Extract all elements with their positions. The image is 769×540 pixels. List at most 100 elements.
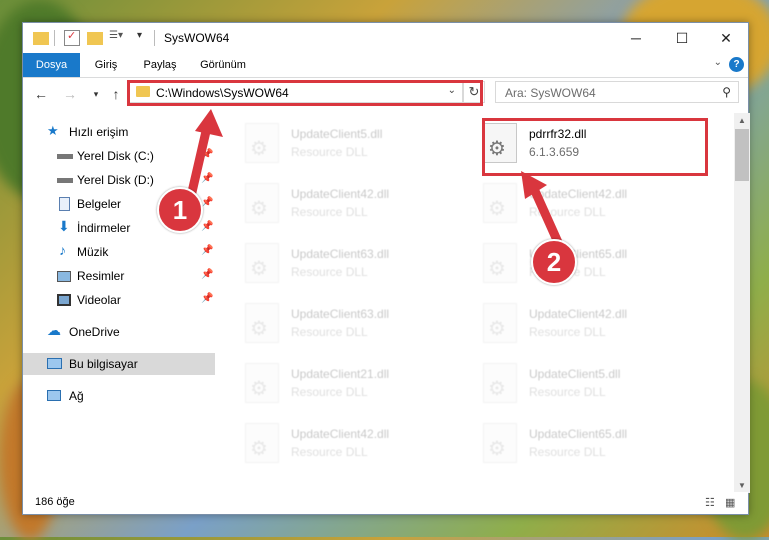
tab-view[interactable]: Görünüm	[193, 53, 253, 77]
up-arrow-icon[interactable]: ↑	[107, 86, 125, 102]
dll-file-icon: ⚙	[245, 183, 279, 223]
details-view-icon[interactable]: ☷	[705, 496, 719, 509]
sidebar-item-label: Yerel Disk (C:)	[77, 149, 154, 163]
forward-arrow-icon[interactable]: →	[61, 86, 79, 102]
videos-icon	[57, 294, 71, 306]
file-item[interactable]: ⚙ UpdateClient21.dll Resource DLL	[223, 359, 443, 409]
sidebar-item-this-pc[interactable]: Bu bilgisayar	[23, 353, 215, 375]
network-icon	[47, 390, 61, 401]
item-count: 186 öğe	[35, 496, 75, 508]
vertical-scrollbar[interactable]: ▲ ▼	[734, 113, 750, 493]
file-item[interactable]: ⚙ UpdateClient63.dll Resource DLL	[223, 239, 443, 289]
file-description: Resource DLL	[291, 265, 368, 279]
sidebar-item-label: Resimler	[77, 269, 125, 283]
folder-icon	[33, 32, 49, 45]
sidebar-item-label: Bu bilgisayar	[69, 357, 138, 371]
address-highlight-box	[127, 80, 483, 106]
file-description: Resource DLL	[291, 445, 368, 459]
file-item[interactable]: ⚙ UpdateClient5.dll Resource DLL	[461, 359, 681, 409]
dll-file-icon: ⚙	[483, 303, 517, 343]
music-icon: ♪	[59, 242, 66, 258]
dll-file-icon: ⚙	[245, 243, 279, 283]
file-item[interactable]: ⚙ UpdateClient5.dll Resource DLL	[223, 119, 443, 169]
step-2-badge: 2	[531, 239, 577, 285]
file-description: Resource DLL	[291, 205, 368, 219]
divider	[154, 30, 155, 46]
sidebar-item-label: OneDrive	[69, 325, 120, 339]
file-item[interactable]: ⚙ UpdateClient42.dll Resource DLL	[223, 419, 443, 469]
file-description: Resource DLL	[291, 325, 368, 339]
sidebar-item-pictures[interactable]: Resimler 📌	[23, 265, 215, 287]
chevron-down-icon[interactable]: ⌄	[714, 57, 722, 68]
tab-share[interactable]: Paylaş	[137, 53, 183, 77]
dll-file-icon: ⚙	[245, 123, 279, 163]
dll-file-icon: ⚙	[245, 423, 279, 463]
file-description: Resource DLL	[529, 385, 606, 399]
computer-icon	[47, 358, 62, 369]
file-item[interactable]: ⚙ UpdateClient65.dll Resource DLL	[461, 419, 681, 469]
file-name: UpdateClient42.dll	[291, 187, 390, 201]
pin-icon[interactable]: 📌	[201, 269, 213, 280]
pin-icon[interactable]: 📌	[201, 245, 213, 256]
help-icon[interactable]: ?	[729, 57, 744, 72]
drive-icon	[57, 154, 73, 159]
sidebar-item-onedrive[interactable]: ☁ OneDrive	[23, 321, 215, 343]
scroll-down-icon[interactable]: ▼	[734, 481, 750, 490]
window-title: SysWOW64	[164, 31, 230, 45]
sidebar-item-music[interactable]: ♪ Müzik 📌	[23, 241, 215, 263]
sidebar-item-label: Belgeler	[77, 197, 122, 211]
file-description: Resource DLL	[291, 385, 368, 399]
new-folder-icon[interactable]	[87, 32, 103, 45]
scroll-thumb[interactable]	[735, 129, 749, 181]
file-name: UpdateClient42.dll	[529, 307, 628, 321]
search-icon[interactable]: ⚲	[722, 85, 731, 99]
large-icons-view-icon[interactable]: ▦	[725, 496, 739, 509]
sidebar-item-network[interactable]: Ağ	[23, 385, 215, 407]
tab-home[interactable]: Giriş	[85, 53, 127, 77]
file-description: Resource DLL	[291, 145, 368, 159]
dll-file-icon: ⚙	[483, 363, 517, 403]
ribbon-tabs: Dosya Giriş Paylaş Görünüm ⌄ ?	[23, 53, 748, 78]
file-name: UpdateClient21.dll	[291, 367, 390, 381]
drive-icon	[57, 178, 73, 183]
documents-icon	[59, 197, 70, 211]
step-1-badge: 1	[157, 187, 203, 233]
customize-toolbar-icon[interactable]: ☰▾	[109, 30, 135, 46]
back-arrow-icon[interactable]: ←	[32, 86, 50, 102]
pictures-icon	[57, 271, 71, 282]
divider	[54, 30, 55, 46]
sidebar-item-videos[interactable]: Videolar 📌	[23, 289, 215, 311]
file-name: UpdateClient63.dll	[291, 247, 390, 261]
file-description: Resource DLL	[529, 325, 606, 339]
tab-file[interactable]: Dosya	[23, 53, 80, 77]
scroll-up-icon[interactable]: ▲	[734, 116, 750, 125]
status-bar: 186 öğe ☷ ▦	[23, 492, 748, 514]
file-name: UpdateClient63.dll	[291, 307, 390, 321]
file-name: UpdateClient5.dll	[529, 367, 621, 381]
minimize-button[interactable]: ─	[613, 23, 659, 53]
pin-icon[interactable]: 📌	[201, 221, 213, 232]
star-icon: ★	[47, 123, 59, 138]
pin-icon[interactable]: 📌	[201, 293, 213, 304]
dll-file-icon: ⚙	[483, 243, 517, 283]
file-name: UpdateClient65.dll	[529, 427, 628, 441]
recent-locations-icon[interactable]: ▾	[87, 89, 105, 100]
file-item[interactable]: ⚙ UpdateClient63.dll Resource DLL	[223, 299, 443, 349]
close-button[interactable]: ✕	[703, 23, 749, 53]
quick-access-dropdown-icon[interactable]: ▾	[137, 30, 153, 46]
search-placeholder: Ara: SysWOW64	[505, 86, 596, 100]
file-description: Resource DLL	[529, 445, 606, 459]
download-icon: ⬇	[58, 218, 70, 234]
sidebar-item-label: Ağ	[69, 389, 84, 403]
properties-icon[interactable]: ✓	[64, 30, 80, 46]
maximize-button[interactable]: ☐	[659, 23, 705, 53]
sidebar-item-label: İndirmeler	[77, 221, 131, 235]
search-input[interactable]: Ara: SysWOW64 ⚲	[495, 81, 739, 103]
sidebar-item-label: Hızlı erişim	[69, 125, 129, 139]
sidebar-item-label: Müzik	[77, 245, 109, 259]
sidebar-item-label: Yerel Disk (D:)	[77, 173, 154, 187]
file-highlight-box	[482, 118, 708, 176]
file-item[interactable]: ⚙ UpdateClient42.dll Resource DLL	[223, 179, 443, 229]
file-name: UpdateClient42.dll	[291, 427, 390, 441]
file-item[interactable]: ⚙ UpdateClient42.dll Resource DLL	[461, 299, 681, 349]
